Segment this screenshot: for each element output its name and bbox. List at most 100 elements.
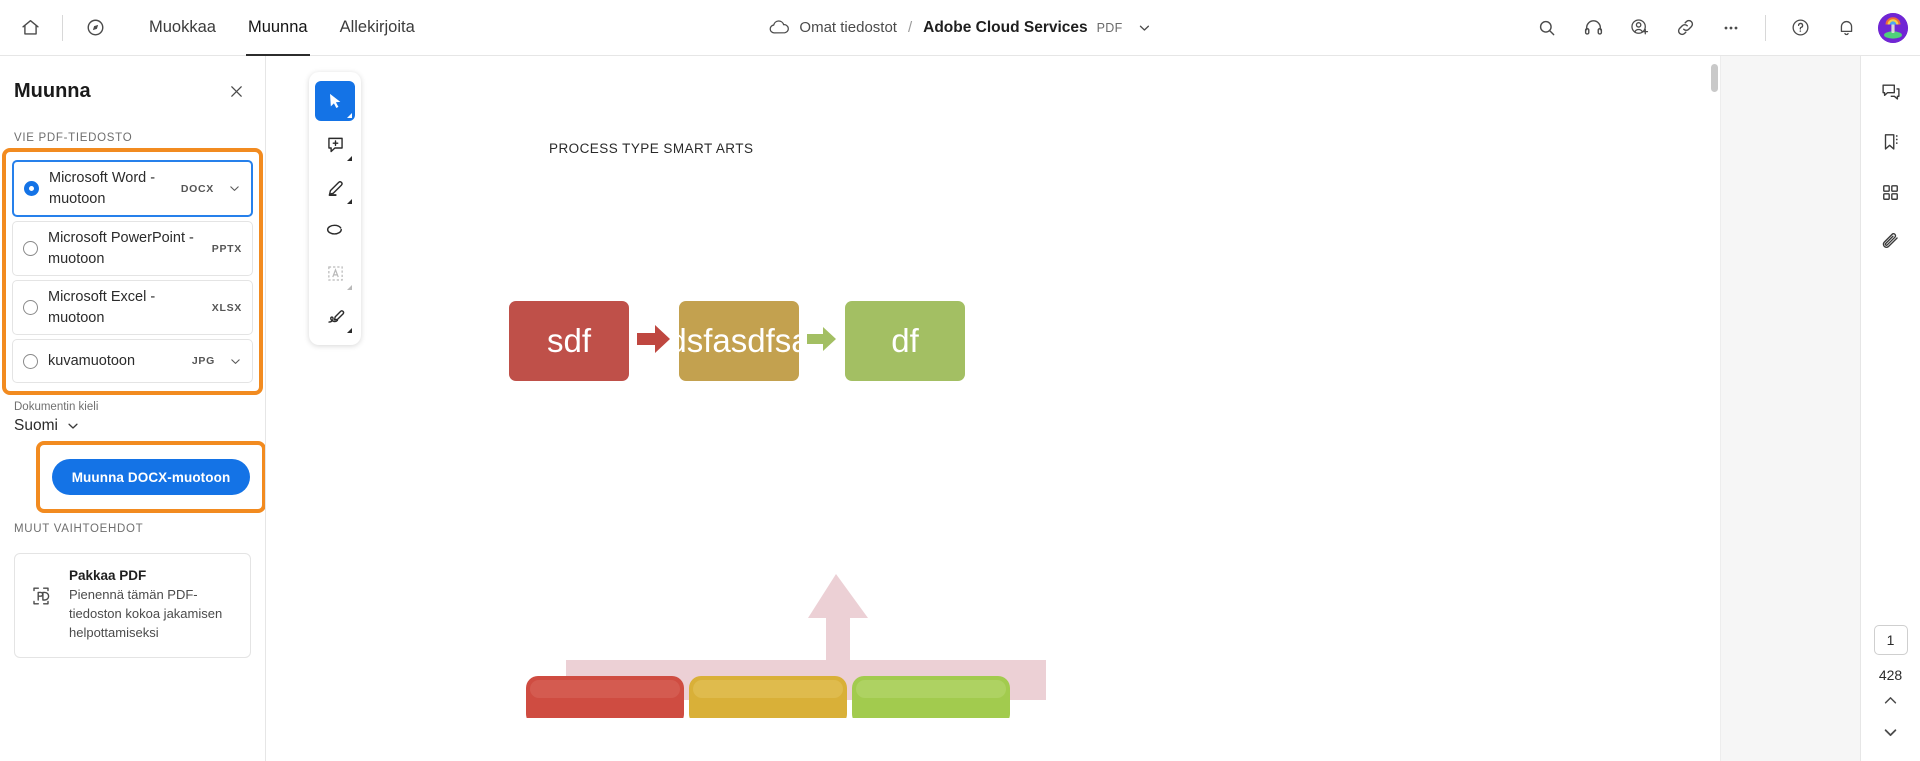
breadcrumb-separator: / [907, 19, 913, 36]
link-icon[interactable] [1663, 6, 1707, 50]
tool-caret-textbox [347, 285, 352, 290]
radio-docx[interactable] [24, 181, 39, 197]
bell-icon[interactable] [1824, 6, 1868, 50]
chevron-down-icon-language [66, 419, 80, 433]
tab-allekirjoita[interactable]: Allekirjoita [324, 0, 431, 56]
chevron-down-icon-jpg[interactable] [229, 355, 242, 368]
format-option-docx[interactable]: Microsoft Word -muotoon DOCX [12, 160, 253, 218]
format-label-pptx: Microsoft PowerPoint -muotoon [48, 230, 194, 267]
comments-icon[interactable] [1871, 72, 1911, 112]
document-view[interactable]: PROCESS TYPE SMART ARTS sdf dsfasdfsa df [404, 56, 1860, 761]
pdf-page: PROCESS TYPE SMART ARTS sdf dsfasdfsa df [404, 56, 1720, 761]
page-navigation: 1 428 [1861, 625, 1920, 747]
more-horizontal-icon[interactable] [1709, 6, 1753, 50]
radio-jpg[interactable] [23, 353, 38, 369]
format-label-jpg: kuvamuotoon [48, 353, 136, 370]
document-scrollbar-thumb[interactable] [1711, 64, 1718, 92]
attachments-icon[interactable] [1871, 222, 1911, 262]
cloud-icon [768, 19, 790, 36]
process-box-2: dsfasdfsa [668, 301, 810, 381]
header-tabs: Muokkaa Muunna Allekirjoita [133, 0, 431, 56]
tool-rail [266, 56, 404, 761]
other-options-label: MUUT VAIHTOEHDOT [14, 523, 144, 536]
lower-smartart-graphic [526, 574, 1046, 718]
draw-signature-tool[interactable] [315, 296, 355, 336]
bookmarks-icon[interactable] [1871, 122, 1911, 162]
search-icon[interactable] [1525, 6, 1569, 50]
breadcrumb: Omat tiedostot / Adobe Cloud Services PD… [768, 19, 1151, 37]
convert-panel: Muunna VIE PDF-TIEDOSTO Microsoft Word -… [0, 56, 266, 761]
document-extension: PDF [1096, 20, 1123, 35]
chevron-down-icon[interactable] [1138, 21, 1152, 35]
process-arrow-1 [635, 322, 673, 361]
header-divider-right [1765, 14, 1766, 41]
format-ext-jpg: JPG [191, 355, 215, 368]
page-gutter [1720, 56, 1860, 761]
chevron-down-icon-page[interactable] [1874, 717, 1908, 747]
document-scrollbar-track[interactable] [1709, 56, 1720, 761]
document-heading: PROCESS TYPE SMART ARTS [549, 141, 754, 156]
format-options-group: Microsoft Word -muotoon DOCX Microsoft P… [2, 147, 263, 396]
process-box-3: df [845, 301, 965, 381]
format-option-xlsx[interactable]: Microsoft Excel -muotoon XLSX [12, 280, 253, 336]
annotation-toolbar [309, 72, 361, 345]
format-ext-xlsx: XLSX [211, 301, 242, 314]
close-icon[interactable] [223, 78, 249, 104]
smartart-process-row: sdf dsfasdfsa df [509, 301, 965, 381]
add-comment-tool[interactable] [315, 124, 355, 164]
language-value: Suomi [14, 417, 58, 435]
format-label-xlsx: Microsoft Excel -muotoon [48, 289, 156, 326]
format-label-docx: Microsoft Word -muotoon [49, 170, 156, 207]
chevron-up-icon[interactable] [1874, 685, 1908, 715]
format-ext-pptx: PPTX [211, 242, 242, 255]
format-option-jpg[interactable]: kuvamuotoon JPG [12, 339, 253, 384]
format-option-pptx[interactable]: Microsoft PowerPoint -muotoon PPTX [12, 221, 253, 277]
lasso-erase-tool[interactable] [315, 210, 355, 250]
convert-button-wrapper: Muunna DOCX-muotoon [36, 441, 265, 514]
select-cursor-tool[interactable] [315, 81, 355, 121]
panel-title: Muunna [14, 79, 91, 102]
text-box-tool [315, 253, 355, 293]
compress-pdf-icon [27, 568, 57, 643]
breadcrumb-root[interactable]: Omat tiedostot [799, 19, 897, 36]
app-header: Muokkaa Muunna Allekirjoita Omat tiedost… [0, 0, 1920, 56]
export-section-label: VIE PDF-TIEDOSTO [14, 132, 133, 144]
compress-pdf-card[interactable]: Pakkaa PDF Pienennä tämän PDF-tiedoston … [14, 553, 251, 658]
tool-caret-highlight [347, 199, 352, 204]
tool-caret-signature [347, 328, 352, 333]
process-box-1: sdf [509, 301, 629, 381]
header-actions [1525, 6, 1920, 50]
format-ext-docx: DOCX [180, 182, 214, 195]
app-body: Muunna VIE PDF-TIEDOSTO Microsoft Word -… [0, 56, 1920, 761]
header-left-group: Muokkaa Muunna Allekirjoita [0, 0, 431, 56]
convert-panel-header: Muunna [0, 56, 265, 110]
radio-pptx[interactable] [23, 241, 38, 257]
add-person-icon[interactable] [1617, 6, 1661, 50]
convert-button[interactable]: Muunna DOCX-muotoon [52, 459, 250, 496]
header-divider [62, 14, 63, 41]
chevron-down-icon-docx[interactable] [228, 182, 241, 195]
headphones-icon[interactable] [1571, 6, 1615, 50]
page-thumbnails-icon[interactable] [1871, 172, 1911, 212]
page-number-input[interactable]: 1 [1873, 625, 1908, 655]
compress-pdf-title: Pakkaa PDF [69, 568, 147, 584]
help-icon[interactable] [1778, 6, 1822, 50]
compress-pdf-text: Pakkaa PDF Pienennä tämän PDF-tiedoston … [69, 568, 238, 643]
right-rail: 1 428 [1860, 56, 1920, 761]
compress-pdf-desc: Pienennä tämän PDF-tiedoston kokoa jakam… [69, 587, 223, 641]
home-icon[interactable] [8, 6, 52, 50]
page-total-label: 428 [1878, 667, 1903, 683]
avatar[interactable] [1878, 12, 1908, 43]
tool-caret-select [347, 113, 352, 118]
compass-icon[interactable] [73, 6, 117, 50]
radio-xlsx[interactable] [23, 300, 38, 316]
tool-caret-comment [347, 156, 352, 161]
tab-muokkaa[interactable]: Muokkaa [133, 0, 232, 56]
language-select[interactable]: Suomi [0, 415, 94, 439]
process-arrow-2 [805, 324, 839, 359]
language-label: Dokumentin kieli [14, 401, 99, 414]
tab-muunna[interactable]: Muunna [232, 0, 324, 56]
document-title: Adobe Cloud Services [923, 18, 1088, 36]
highlight-tool[interactable] [315, 167, 355, 207]
app-root: Muokkaa Muunna Allekirjoita Omat tiedost… [0, 0, 1920, 761]
